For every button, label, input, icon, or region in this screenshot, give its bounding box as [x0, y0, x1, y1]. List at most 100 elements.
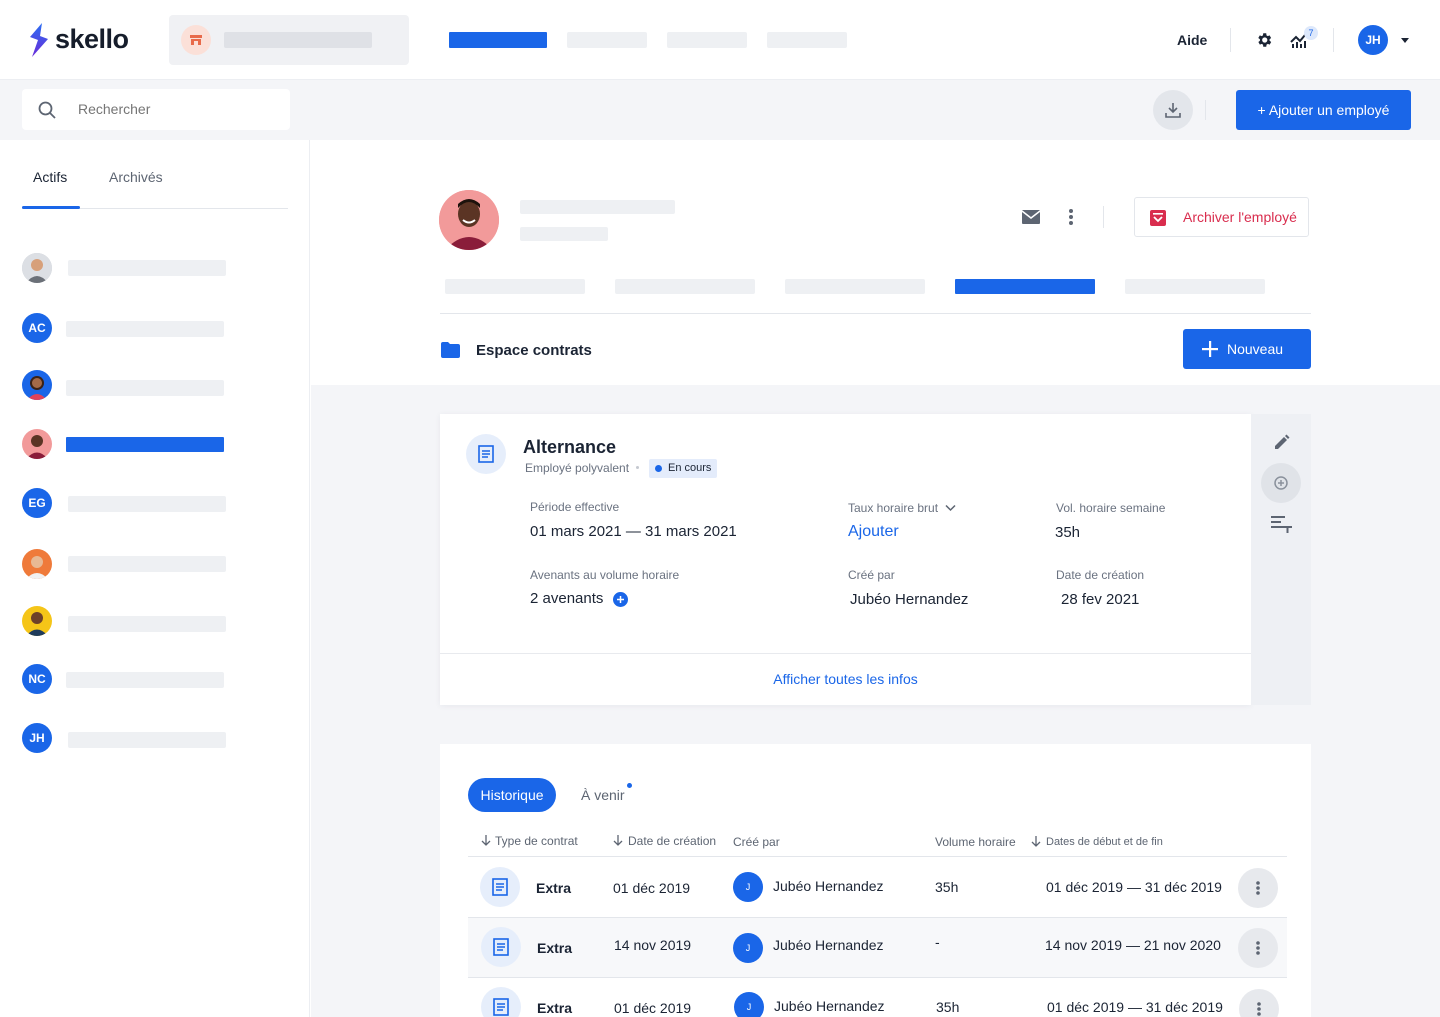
weekly-hours-value: 35h	[1055, 524, 1081, 541]
period-value: 01 mars 2021 — 31 mars 2021	[530, 523, 737, 540]
row-menu-button[interactable]	[1238, 868, 1278, 908]
add-amendment-icon[interactable]	[613, 592, 628, 607]
contract-type-title: Alternance	[523, 437, 617, 457]
table-cell-dates: 14 nov 2019 — 21 nov 2020	[1045, 937, 1221, 953]
new-contract-button[interactable]: Nouveau	[1183, 329, 1311, 369]
employee-avatar-selected[interactable]	[22, 429, 52, 459]
download-icon	[1165, 103, 1181, 118]
brand-name[interactable]: skello	[55, 24, 129, 55]
divider	[1230, 28, 1231, 52]
show-all-info-link[interactable]: Afficher toutes les infos	[440, 671, 1251, 687]
employee-name-placeholder[interactable]	[66, 321, 224, 337]
chevron-down-icon[interactable]	[945, 504, 956, 512]
profile-tab[interactable]	[615, 279, 755, 294]
add-circle-icon	[1274, 476, 1288, 490]
tabs-divider	[440, 313, 1311, 314]
employee-avatar[interactable]	[22, 549, 52, 579]
column-header-by[interactable]: Créé par	[733, 835, 780, 849]
archive-icon	[1150, 210, 1166, 226]
employee-name-placeholder[interactable]	[68, 732, 226, 748]
more-vertical-icon	[1256, 941, 1260, 955]
column-header-type[interactable]: Type de contrat	[495, 834, 578, 848]
search-icon	[38, 101, 56, 119]
text-format-icon[interactable]	[1271, 515, 1293, 533]
folder-icon	[441, 342, 460, 358]
table-cell-created: 01 déc 2019	[613, 880, 691, 896]
hourly-rate-label[interactable]: Taux horaire brut	[848, 501, 938, 515]
tab-upcoming[interactable]: À venir	[581, 787, 625, 803]
document-icon	[493, 998, 509, 1016]
gear-icon[interactable]	[1255, 31, 1273, 49]
skello-logo-icon[interactable]	[28, 23, 50, 57]
table-cell-volume: 35h	[935, 879, 959, 895]
employee-name-placeholder[interactable]	[66, 672, 224, 688]
search-input[interactable]	[78, 101, 258, 117]
shop-selector[interactable]	[169, 15, 409, 65]
add-employee-button[interactable]: + Ajouter un employé	[1236, 90, 1411, 130]
nav-item[interactable]	[767, 32, 847, 48]
employee-name-placeholder-selected[interactable]	[66, 437, 224, 452]
search-box[interactable]	[22, 89, 290, 130]
employee-sidebar: Actifs Archivés AC EG NC JH	[0, 140, 310, 1017]
new-contract-label: Nouveau	[1227, 341, 1284, 357]
chevron-down-icon[interactable]	[1401, 38, 1409, 43]
divider	[1103, 206, 1104, 228]
document-icon	[478, 445, 494, 463]
sort-arrow-icon[interactable]	[481, 835, 491, 846]
employee-name-placeholder[interactable]	[68, 556, 226, 572]
row-menu-button[interactable]	[1238, 928, 1278, 968]
status-badge: En cours	[649, 459, 718, 478]
profile-tab[interactable]	[445, 279, 585, 294]
archive-employee-button[interactable]: Archiver l'employé	[1134, 197, 1309, 237]
section-title: Espace contrats	[476, 342, 592, 359]
amendments-value[interactable]: 2 avenants	[530, 590, 603, 607]
sort-arrow-icon[interactable]	[1031, 836, 1041, 847]
employee-avatar[interactable]	[22, 253, 52, 283]
creator-avatar: J	[734, 992, 764, 1017]
profile-tab[interactable]	[785, 279, 925, 294]
add-hourly-rate-link[interactable]: Ajouter	[848, 523, 899, 541]
mail-icon[interactable]	[1022, 210, 1040, 224]
profile-tab-active[interactable]	[955, 279, 1095, 294]
employee-avatar[interactable]: AC	[22, 313, 52, 343]
more-vertical-icon	[1256, 881, 1260, 895]
employee-name-placeholder[interactable]	[68, 616, 226, 632]
employee-name-placeholder[interactable]	[66, 380, 224, 396]
pencil-icon[interactable]	[1273, 434, 1290, 451]
employee-avatar[interactable]: EG	[22, 488, 52, 518]
employee-name-placeholder[interactable]	[68, 260, 226, 276]
contract-actions-panel	[1251, 414, 1311, 705]
employee-avatar[interactable]	[22, 606, 52, 636]
employee-avatar[interactable]: NC	[22, 664, 52, 694]
tab-history[interactable]: Historique	[468, 778, 556, 812]
tab-active-employees[interactable]: Actifs	[33, 169, 67, 185]
created-by-label: Créé par	[848, 568, 895, 582]
employee-name-placeholder[interactable]	[68, 496, 226, 512]
more-vertical-icon[interactable]	[1068, 208, 1074, 226]
help-link[interactable]: Aide	[1177, 32, 1207, 48]
nav-item-active[interactable]	[449, 32, 547, 48]
column-header-created[interactable]: Date de création	[628, 834, 716, 848]
table-cell-created: 01 déc 2019	[614, 1000, 692, 1016]
tab-archived-employees[interactable]: Archivés	[109, 169, 163, 185]
column-header-dates[interactable]: Dates de début et de fin	[1046, 836, 1163, 848]
upcoming-dot	[627, 783, 632, 788]
download-button[interactable]	[1153, 90, 1193, 130]
user-avatar[interactable]: JH	[1358, 25, 1388, 55]
table-row-doc-icon	[480, 867, 520, 907]
table-cell-volume: 35h	[936, 999, 960, 1015]
table-cell-dates: 01 déc 2019 — 31 déc 2019	[1047, 999, 1223, 1015]
employee-name-placeholder	[520, 200, 675, 214]
column-header-volume[interactable]: Volume horaire	[935, 835, 1016, 849]
nav-item[interactable]	[567, 32, 647, 48]
employee-photo	[439, 190, 499, 250]
employee-avatar[interactable]	[22, 370, 52, 400]
table-row-doc-icon	[481, 927, 521, 967]
employee-avatar[interactable]: JH	[22, 723, 52, 753]
profile-tab[interactable]	[1125, 279, 1265, 294]
creator-avatar: J	[733, 933, 763, 963]
add-amendment-button[interactable]	[1261, 463, 1301, 503]
divider	[1333, 28, 1334, 52]
nav-item[interactable]	[667, 32, 747, 48]
sort-arrow-icon[interactable]	[613, 835, 623, 846]
